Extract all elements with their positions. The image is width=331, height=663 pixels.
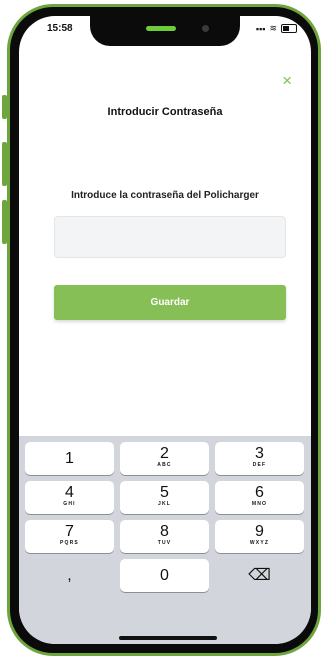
status-icons: ▪▪▪ ≋ bbox=[256, 23, 297, 34]
password-prompt: Introduce la contraseña del Policharger bbox=[71, 190, 259, 201]
numeric-keyboard: 1 2 ABC 3 DEF 4 GHI 5 JKL 6 MNO 7 PQRS 8 bbox=[19, 436, 311, 644]
key-letters: TUV bbox=[157, 540, 172, 546]
key-comma[interactable]: , bbox=[25, 559, 114, 592]
key-label: 0 bbox=[160, 567, 169, 584]
key-letters: ABC bbox=[157, 462, 172, 468]
side-button-volume-down bbox=[2, 200, 7, 244]
key-5[interactable]: 5 JKL bbox=[120, 481, 209, 514]
key-3[interactable]: 3 DEF bbox=[215, 442, 304, 475]
key-label: 6 bbox=[255, 484, 264, 501]
signal-icon: ▪▪▪ bbox=[255, 23, 266, 34]
key-9[interactable]: 9 WXYZ bbox=[215, 520, 304, 553]
home-indicator[interactable] bbox=[119, 636, 217, 640]
key-label: 7 bbox=[65, 523, 74, 540]
battery-icon bbox=[281, 24, 297, 33]
side-button-silent bbox=[2, 95, 7, 119]
password-input[interactable] bbox=[54, 216, 286, 258]
key-4[interactable]: 4 GHI bbox=[25, 481, 114, 514]
backspace-key[interactable]: ⌫ bbox=[215, 559, 304, 592]
key-letters: PQRS bbox=[60, 540, 79, 546]
notch-indicator bbox=[146, 26, 176, 31]
key-letters: WXYZ bbox=[249, 540, 270, 546]
front-camera bbox=[202, 25, 209, 32]
close-icon[interactable]: × bbox=[282, 72, 292, 89]
key-1[interactable]: 1 bbox=[25, 442, 114, 475]
key-label: 4 bbox=[65, 484, 74, 501]
save-button[interactable]: Guardar bbox=[54, 285, 286, 320]
key-0[interactable]: 0 bbox=[120, 559, 209, 592]
notch bbox=[90, 16, 240, 46]
key-letters: DEF bbox=[252, 462, 267, 468]
side-button-volume-up bbox=[2, 142, 7, 186]
status-time: 15:58 bbox=[47, 23, 73, 34]
key-7[interactable]: 7 PQRS bbox=[25, 520, 114, 553]
key-label: 5 bbox=[160, 484, 169, 501]
screen: 15:58 ▪▪▪ ≋ × Introducir Contraseña Intr… bbox=[19, 16, 311, 644]
key-letters: GHI bbox=[63, 501, 76, 507]
dialog-title: Introducir Contraseña bbox=[107, 106, 223, 118]
key-6[interactable]: 6 MNO bbox=[215, 481, 304, 514]
key-label: , bbox=[67, 567, 72, 584]
key-2[interactable]: 2 ABC bbox=[120, 442, 209, 475]
key-label: 3 bbox=[255, 445, 264, 462]
key-label: 8 bbox=[160, 523, 169, 540]
key-letters: JKL bbox=[157, 501, 172, 507]
key-label: 9 bbox=[255, 523, 264, 540]
wifi-icon: ≋ bbox=[269, 23, 277, 33]
key-letters: MNO bbox=[251, 501, 268, 507]
key-label: 1 bbox=[65, 450, 74, 467]
backspace-icon: ⌫ bbox=[248, 567, 271, 584]
key-label: 2 bbox=[160, 445, 169, 462]
key-8[interactable]: 8 TUV bbox=[120, 520, 209, 553]
